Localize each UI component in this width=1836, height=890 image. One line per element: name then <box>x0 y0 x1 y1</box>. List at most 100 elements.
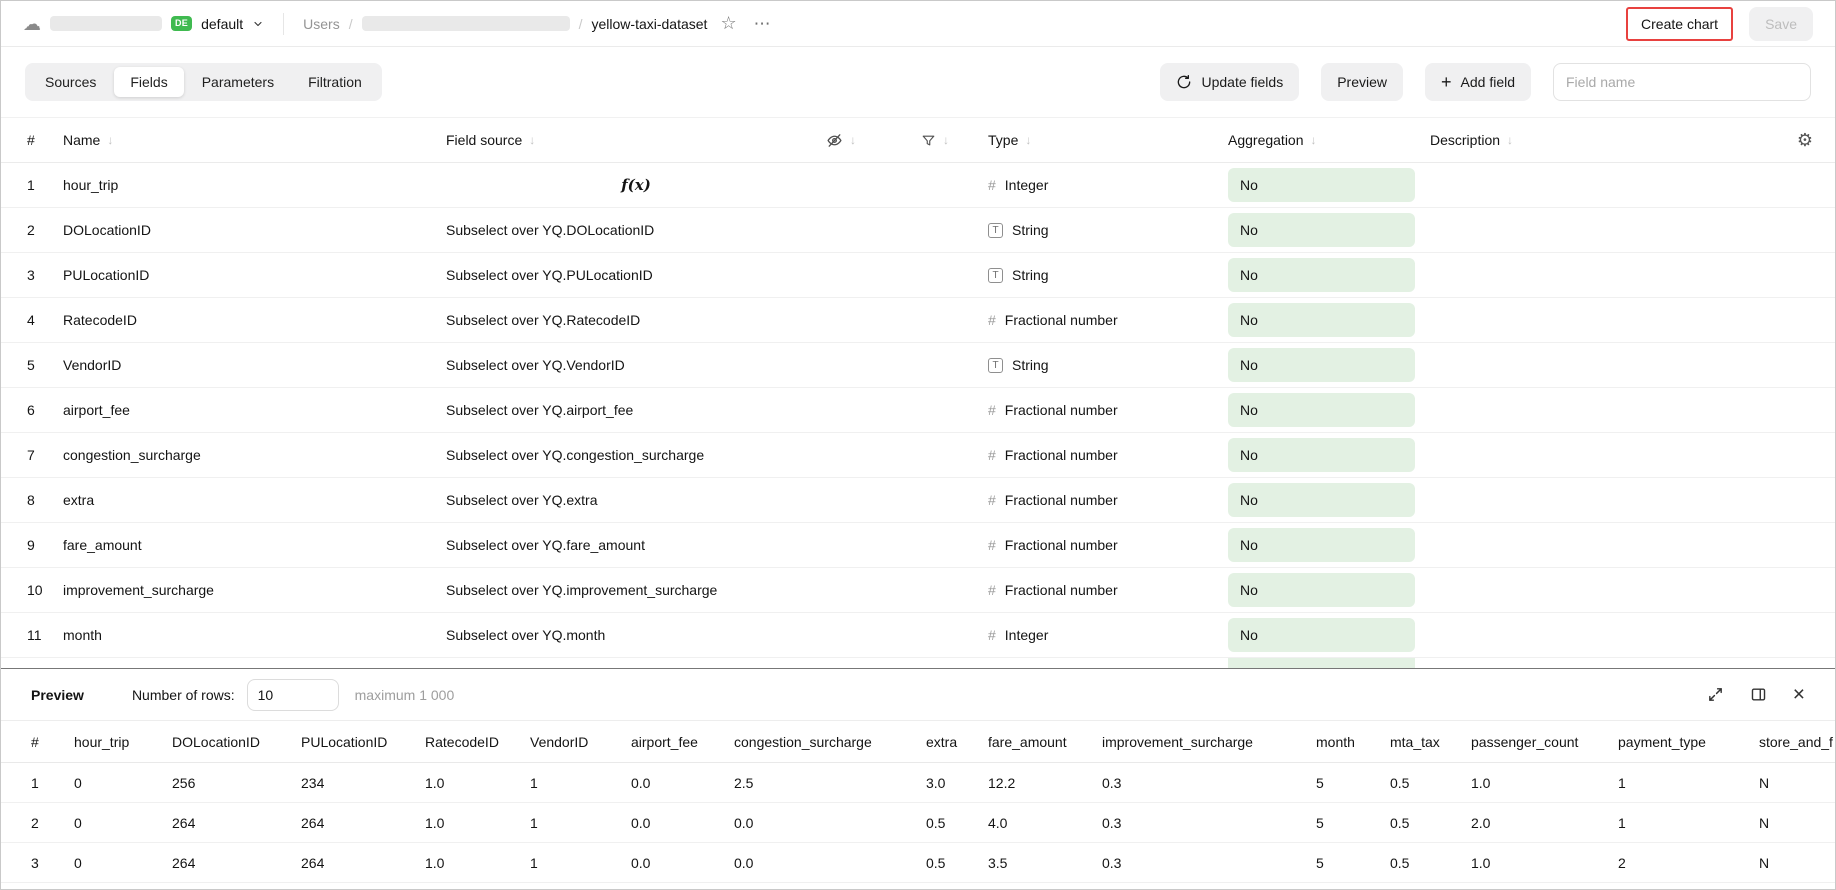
filter-funnel-icon <box>921 133 936 148</box>
string-type-icon: T <box>988 358 1003 373</box>
preview-cell: 5 <box>1316 775 1390 791</box>
preview-cell: 0.0 <box>631 775 734 791</box>
field-source: Subselect over YQ.fare_amount <box>446 537 826 553</box>
number-type-icon: # <box>988 447 996 463</box>
field-row[interactable]: 8extraSubselect over YQ.extra#Fractional… <box>1 478 1835 523</box>
preview-cell: 0.5 <box>1390 855 1471 871</box>
aggregation-select[interactable]: No <box>1228 528 1415 562</box>
eye-off-icon <box>826 132 843 149</box>
field-source: Subselect over YQ.airport_fee <box>446 402 826 418</box>
field-row[interactable]: 3PULocationIDSubselect over YQ.PULocatio… <box>1 253 1835 298</box>
aggregation-select[interactable]: No <box>1228 258 1415 292</box>
number-type-icon: # <box>988 627 996 643</box>
col-header-description[interactable]: Description↓ <box>1430 132 1771 148</box>
expand-preview-icon[interactable] <box>1707 686 1724 703</box>
tab-fields[interactable]: Fields <box>114 67 183 97</box>
aggregation-select[interactable]: No <box>1228 168 1415 202</box>
field-name-search-input[interactable] <box>1553 63 1811 101</box>
field-index: 11 <box>1 627 63 643</box>
preview-cell: 256 <box>172 775 301 791</box>
field-source: Subselect over YQ.month <box>446 627 826 643</box>
tab-sources[interactable]: Sources <box>29 67 112 97</box>
sort-icon: ↓ <box>1311 133 1317 147</box>
environment-selector[interactable]: default <box>201 16 243 32</box>
update-fields-button[interactable]: Update fields <box>1160 63 1299 101</box>
preview-row: 302642641.010.00.00.53.50.350.51.02N <box>1 843 1835 883</box>
preview-cell: 12.2 <box>988 775 1102 791</box>
preview-row: 202642641.010.00.00.54.00.350.52.01N <box>1 803 1835 843</box>
tab-parameters[interactable]: Parameters <box>186 67 290 97</box>
chevron-down-icon[interactable] <box>252 18 264 30</box>
workspace-name-blurred[interactable] <box>50 16 162 31</box>
tab-filtration[interactable]: Filtration <box>292 67 378 97</box>
preview-cell: 0.5 <box>926 855 988 871</box>
field-row[interactable]: 11monthSubselect over YQ.month#IntegerNo <box>1 613 1835 658</box>
aggregation-select[interactable]: No <box>1228 348 1415 382</box>
add-field-button[interactable]: + Add field <box>1425 63 1531 101</box>
close-preview-icon[interactable]: × <box>1793 684 1805 705</box>
table-settings-button[interactable]: ⚙ <box>1771 130 1835 151</box>
field-row[interactable]: 4RatecodeIDSubselect over YQ.RatecodeID#… <box>1 298 1835 343</box>
field-row[interactable]: 2DOLocationIDSubselect over YQ.DOLocatio… <box>1 208 1835 253</box>
field-row[interactable]: 1hour_tripf(x)#IntegerNo <box>1 163 1835 208</box>
breadcrumb-separator: / <box>579 16 583 32</box>
preview-col-header: RatecodeID <box>425 734 530 750</box>
field-row[interactable]: 6airport_feeSubselect over YQ.airport_fe… <box>1 388 1835 433</box>
field-index: 8 <box>1 492 63 508</box>
col-header-filter[interactable]: ↓ <box>921 133 988 148</box>
field-source: Subselect over YQ.DOLocationID <box>446 222 826 238</box>
preview-panel: Preview Number of rows: maximum 1 000 × … <box>1 668 1835 883</box>
aggregation-select[interactable]: No <box>1228 393 1415 427</box>
col-header-source[interactable]: Field source↓ <box>446 132 826 148</box>
rows-count-label: Number of rows: <box>132 687 235 703</box>
preview-toggle-button[interactable]: Preview <box>1321 63 1403 101</box>
rows-count-input[interactable] <box>247 679 339 711</box>
field-source: Subselect over YQ.VendorID <box>446 357 826 373</box>
preview-col-header: hour_trip <box>74 734 172 750</box>
field-type: #Fractional number <box>988 582 1228 598</box>
field-type: TString <box>988 267 1228 283</box>
preview-cell: 0.3 <box>1102 855 1316 871</box>
col-header-aggregation[interactable]: Aggregation↓ <box>1228 132 1430 148</box>
breadcrumb-folder-blurred[interactable] <box>362 16 570 31</box>
preview-cell: 264 <box>172 855 301 871</box>
field-index: 5 <box>1 357 63 373</box>
preview-cell: 2.5 <box>734 775 926 791</box>
preview-cell: 1.0 <box>425 855 530 871</box>
field-row[interactable]: 9fare_amountSubselect over YQ.fare_amoun… <box>1 523 1835 568</box>
field-row[interactable]: 5VendorIDSubselect over YQ.VendorIDTStri… <box>1 343 1835 388</box>
preview-header-row: #hour_tripDOLocationIDPULocationIDRateco… <box>1 721 1835 763</box>
col-header-hidden[interactable]: ↓ <box>826 132 921 149</box>
fields-table: # Name↓ Field source↓ ↓ ↓ Type↓ <box>1 117 1835 668</box>
aggregation-select[interactable]: No <box>1228 573 1415 607</box>
more-options-icon[interactable]: ⋯ <box>754 14 772 34</box>
dock-preview-icon[interactable] <box>1750 686 1767 703</box>
favorite-star-icon[interactable]: ☆ <box>720 13 736 34</box>
col-header-name[interactable]: Name↓ <box>63 132 446 148</box>
breadcrumb-root[interactable]: Users <box>303 16 340 32</box>
aggregation-select[interactable]: No <box>1228 483 1415 517</box>
field-type-label: Fractional number <box>1005 537 1118 553</box>
preview-cell: 1.0 <box>1471 775 1618 791</box>
field-row[interactable]: 10improvement_surchargeSubselect over YQ… <box>1 568 1835 613</box>
field-type: #Fractional number <box>988 492 1228 508</box>
field-row[interactable]: 7congestion_surchargeSubselect over YQ.c… <box>1 433 1835 478</box>
field-index: 4 <box>1 312 63 328</box>
field-index: 1 <box>1 177 63 193</box>
number-type-icon: # <box>988 582 996 598</box>
aggregation-select[interactable]: No <box>1228 438 1415 472</box>
field-index: 7 <box>1 447 63 463</box>
number-type-icon: # <box>988 402 996 418</box>
aggregation-select[interactable]: No <box>1228 618 1415 652</box>
save-button[interactable]: Save <box>1749 7 1813 41</box>
preview-row: 102562341.010.02.53.012.20.350.51.01N <box>1 763 1835 803</box>
aggregation-select[interactable]: No <box>1228 303 1415 337</box>
preview-cell: N <box>1759 855 1836 871</box>
dataset-title: yellow-taxi-dataset <box>592 16 708 32</box>
fields-rows: 1hour_tripf(x)#IntegerNo2DOLocationIDSub… <box>1 163 1835 658</box>
preview-col-header: store_and_f <box>1759 734 1836 750</box>
aggregation-select[interactable]: No <box>1228 213 1415 247</box>
field-source: Subselect over YQ.extra <box>446 492 826 508</box>
col-header-type[interactable]: Type↓ <box>988 132 1228 148</box>
create-chart-button[interactable]: Create chart <box>1626 7 1733 41</box>
